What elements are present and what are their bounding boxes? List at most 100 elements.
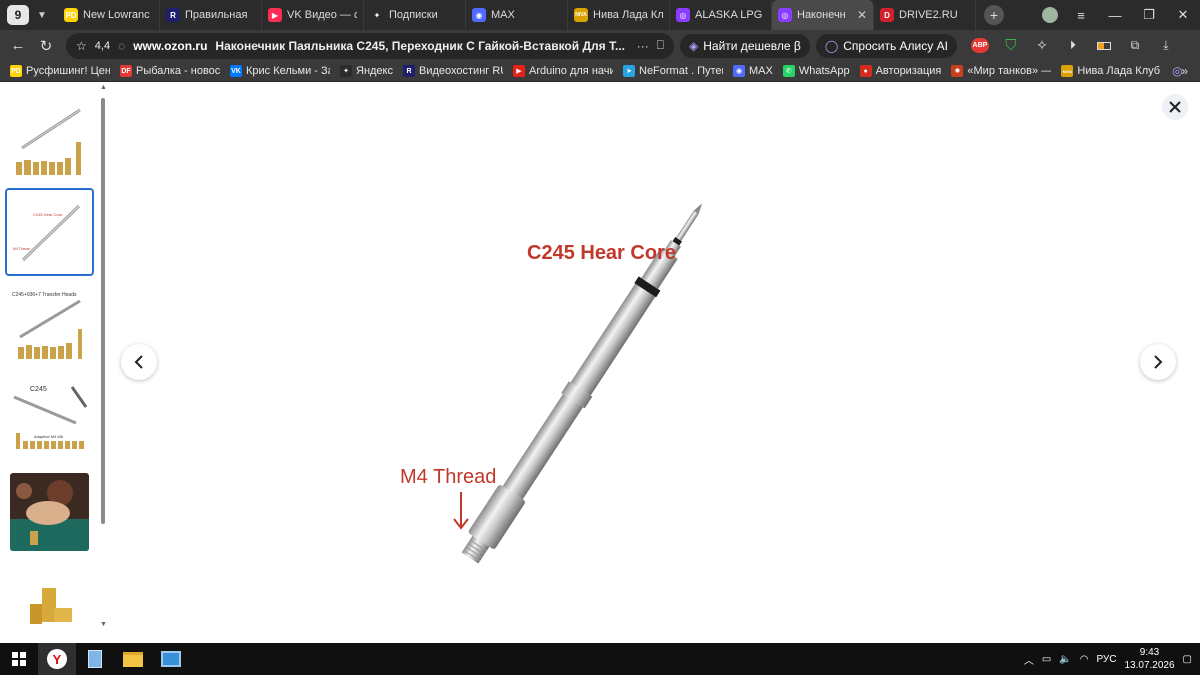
- reload-button[interactable]: ↻: [32, 37, 60, 55]
- bookmark-2[interactable]: DF Рыбалка - новост: [120, 65, 220, 77]
- tab-2[interactable]: R Правильная: [160, 0, 262, 30]
- tab-title: Наконечн: [797, 9, 846, 21]
- bookmark-4[interactable]: ✦ Яндекс: [340, 65, 393, 77]
- thumbnail-3[interactable]: C245+936+7 Transfer Heads: [5, 278, 94, 366]
- thumbnail-strip: C245 Hear Core M4 Thread C245+936+7 Tran…: [0, 82, 110, 643]
- bookmark-7[interactable]: ➤ NeFormat . Путеш: [623, 65, 723, 77]
- tab-favicon-icon: ◎: [778, 8, 792, 22]
- chevron-down-icon[interactable]: ▼: [32, 5, 52, 25]
- thumbnail-4[interactable]: C245 Adaptive M4 M8: [5, 366, 94, 454]
- scroll-down-icon[interactable]: ▼: [100, 621, 107, 628]
- bookmark-label: Крис Кельми - За: [246, 65, 330, 77]
- tab-7[interactable]: ◎ ALASKA LPG: [670, 0, 772, 30]
- bookmark-10[interactable]: ● Авторизация: [859, 65, 941, 77]
- restore-icon[interactable]: ❐: [1132, 7, 1166, 23]
- more-icon[interactable]: ···: [637, 39, 649, 53]
- bookmark-5[interactable]: R Видеохостинг RU: [403, 65, 503, 77]
- next-image-button[interactable]: [1140, 344, 1176, 380]
- navigation-bar: ← ↻ ☆ 4,4 ◌ www.ozon.ru Наконечник Паяль…: [0, 30, 1200, 61]
- tab-6[interactable]: NIVA Нива Лада Кл: [568, 0, 670, 30]
- photos-taskbar-icon[interactable]: [152, 643, 190, 675]
- bookmark-icon[interactable]: ⎕: [657, 38, 664, 53]
- bookmark-favicon-icon: ◉: [733, 65, 745, 77]
- adblock-icon[interactable]: ABP: [969, 35, 991, 57]
- tab-5[interactable]: ◉ MAX: [466, 0, 568, 30]
- thumbnail-5[interactable]: [9, 472, 90, 552]
- protect-shield-icon[interactable]: ⛉: [1000, 35, 1022, 57]
- star-icon: ☆: [76, 38, 87, 53]
- tab-strip: 9 ▼ PD New Lowranc R Правильная ▶ VK Видео — …: [0, 0, 1200, 30]
- tab-1[interactable]: PD New Lowranc: [58, 0, 160, 30]
- clock[interactable]: 9:43 13.07.2026: [1124, 646, 1174, 672]
- thumbnail-2-thread-label: M4 Thread: [13, 247, 30, 251]
- download-icon[interactable]: ⤓: [1155, 35, 1177, 57]
- profile-icon[interactable]: [1042, 7, 1058, 23]
- bookmark-3[interactable]: VK Крис Кельми - За: [230, 65, 330, 77]
- tab-4[interactable]: ✦ Подписки: [364, 0, 466, 30]
- yandex-browser-taskbar-icon[interactable]: Y: [38, 643, 76, 675]
- bookmark-6[interactable]: ▶ Arduino для начи: [513, 65, 613, 77]
- scroll-up-icon[interactable]: ▲: [100, 84, 107, 91]
- bookmark-favicon-icon: ✆: [782, 65, 795, 77]
- tab-8[interactable]: ◎ Наконечн ✕: [772, 0, 874, 30]
- bookmark-11[interactable]: ✹ «Мир танков» — т: [951, 65, 1051, 77]
- back-button[interactable]: ←: [4, 37, 32, 54]
- language-indicator[interactable]: РУС: [1096, 654, 1116, 665]
- bookmark-label: Яндекс: [356, 65, 393, 77]
- bookmark-label: Русфишинг! Цент: [26, 65, 110, 77]
- url-domain: www.ozon.ru: [133, 38, 208, 53]
- ask-alice-button[interactable]: ◯ Спросить Алису AI: [815, 33, 957, 58]
- bookmark-1[interactable]: PD Русфишинг! Цент: [10, 65, 110, 77]
- previous-image-button[interactable]: [121, 344, 157, 380]
- bookmark-favicon-icon: ➤: [623, 65, 635, 77]
- thumbnail-2[interactable]: C245 Hear Core M4 Thread: [5, 188, 94, 276]
- battery-tray-icon[interactable]: ▭: [1042, 654, 1051, 665]
- page-title: Наконечник Паяльника C245, Переходник С …: [215, 38, 625, 53]
- extensions-icon[interactable]: ✧: [1031, 35, 1053, 57]
- thumbnail-4-adaptive-label: Adaptive M4 M8: [34, 434, 64, 439]
- thumbnail-scrollbar[interactable]: [100, 88, 106, 633]
- find-cheaper-button[interactable]: ◈ Найти дешевле β: [680, 33, 810, 58]
- network-icon[interactable]: ◠: [1080, 654, 1089, 665]
- bookmark-12[interactable]: NIVA Нива Лада Клуб: [1061, 65, 1160, 77]
- bookmark-favicon-icon: R: [403, 65, 415, 77]
- bookmark-label: MAX: [749, 65, 773, 77]
- menu-icon[interactable]: ≡: [1064, 8, 1098, 23]
- close-window-icon[interactable]: ✕: [1166, 7, 1200, 23]
- tab-counter[interactable]: 9: [7, 5, 29, 25]
- file-explorer-taskbar-icon[interactable]: [114, 643, 152, 675]
- close-tab-icon[interactable]: ✕: [857, 8, 867, 22]
- address-bar[interactable]: ☆ 4,4 ◌ www.ozon.ru Наконечник Паяльника…: [66, 32, 674, 59]
- bookmarks-overflow-icon[interactable]: »: [1181, 64, 1188, 78]
- bookmark-9[interactable]: ✆ WhatsApp: [782, 65, 850, 77]
- core-label: C245 Hear Core: [527, 242, 676, 264]
- windows-taskbar: Y ︿ ▭ 🔈 ◠ РУС 9:43 13.07.2026 ▢: [0, 643, 1200, 675]
- bookmark-favicon-icon: PD: [10, 65, 22, 77]
- close-viewer-button[interactable]: [1162, 94, 1188, 120]
- windows-logo-icon: [12, 652, 26, 666]
- new-tab-button[interactable]: +: [984, 5, 1004, 25]
- shield-icon[interactable]: ◌: [118, 39, 125, 53]
- collections-icon[interactable]: ⧉: [1124, 35, 1146, 57]
- tab-9[interactable]: D DRIVE2.RU: [874, 0, 976, 30]
- bookmark-label: Нива Лада Клуб: [1077, 65, 1161, 77]
- clock-time: 9:43: [1139, 647, 1160, 658]
- scrollbar-thumb[interactable]: [101, 98, 105, 524]
- notifications-icon[interactable]: ▢: [1183, 654, 1192, 665]
- media-icon[interactable]: ⏵: [1062, 35, 1084, 57]
- minimize-icon[interactable]: —: [1098, 8, 1132, 23]
- start-button[interactable]: [0, 643, 38, 675]
- volume-icon[interactable]: 🔈: [1059, 654, 1071, 665]
- bookmark-favicon-icon: ✹: [951, 65, 964, 77]
- battery-icon[interactable]: [1093, 35, 1115, 57]
- notepad-taskbar-icon[interactable]: [76, 643, 114, 675]
- tab-favicon-icon: R: [166, 8, 180, 22]
- tray-overflow-icon[interactable]: ︿: [1024, 652, 1034, 667]
- bookmark-8[interactable]: ◉ MAX: [733, 65, 773, 77]
- bookmark-favicon-icon: DF: [120, 65, 132, 77]
- thumbnail-1[interactable]: [5, 99, 94, 187]
- tab-favicon-icon: ◉: [472, 8, 486, 22]
- thumbnail-6[interactable]: [5, 577, 94, 643]
- tab-3[interactable]: ▶ VK Видео — с: [262, 0, 364, 30]
- ask-alice-label: Спросить Алису AI: [843, 38, 948, 53]
